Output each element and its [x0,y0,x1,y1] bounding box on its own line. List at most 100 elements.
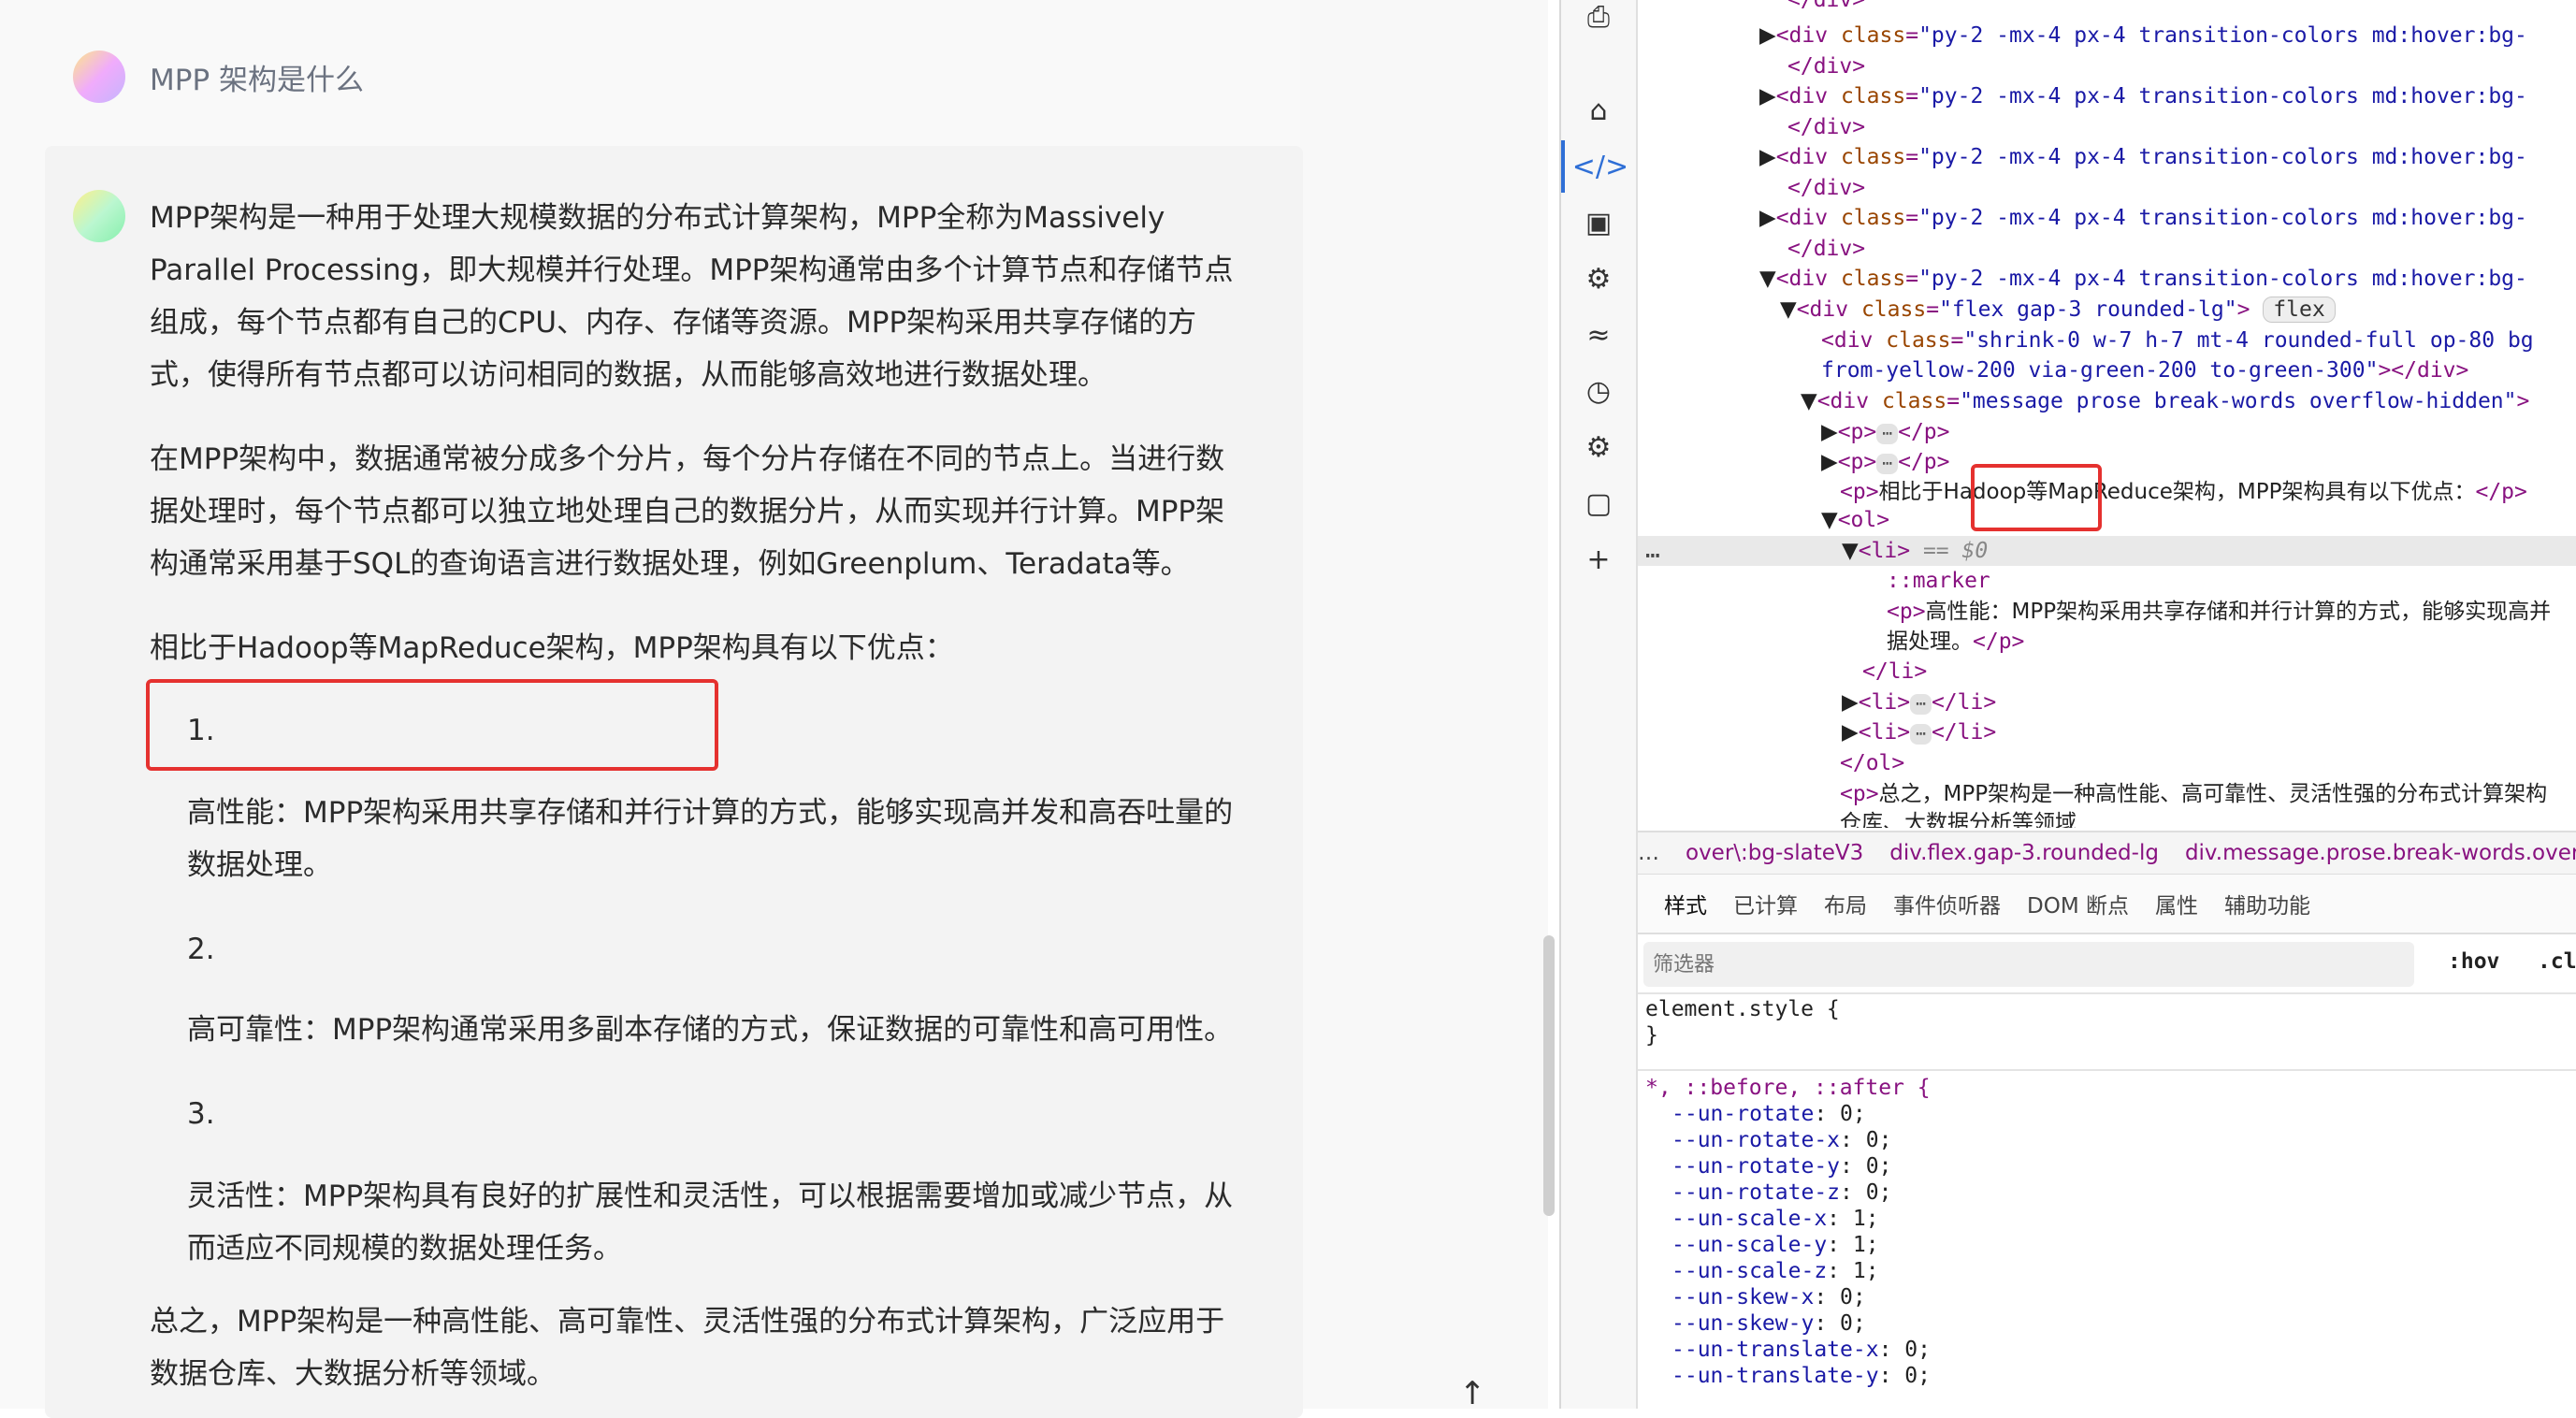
expand-arrow-icon[interactable]: ▶ [1759,84,1776,109]
dom-node[interactable]: ▼<div class="py-2 -mx-4 px-4 transition-… [1759,264,2527,294]
dom-node[interactable]: ▶<div class="py-2 -mx-4 px-4 transition-… [1759,203,2527,233]
dom-node[interactable]: ▼<div class="message prose break-words o… [1801,386,2529,416]
tab-styles[interactable]: 样式 [1664,888,1707,919]
dom-tag: <p> [1837,450,1877,474]
dom-node[interactable]: </div> [1787,0,1865,15]
dom-tag: <div [1775,84,1841,109]
css-property[interactable]: --un-rotate-x: 0; [1672,1127,1891,1153]
dom-tag: <li> [1858,720,1911,745]
cls-toggle[interactable]: .cls [2538,949,2576,974]
dom-tag: ></div> [2378,358,2469,383]
dom-node[interactable]: ▶<li> ⋯ </li> [1842,687,1996,717]
universal-rule-selector[interactable]: *, ::before, ::after { [1645,1075,1931,1101]
ellipsis-badge[interactable]: ⋯ [1876,454,1899,474]
selected-dom-node[interactable] [1638,536,2576,566]
expand-arrow-icon[interactable]: ▶ [1842,720,1859,745]
dom-node[interactable]: from-yellow-200 via-green-200 to-green-3… [1821,355,2468,385]
css-property[interactable]: --un-scale-z: 1; [1672,1258,1879,1284]
wifi-icon[interactable]: ≈ [1561,309,1636,361]
dom-node[interactable]: </div> [1787,234,1865,264]
dom-text: 高性能：MPP架构采用共享存储和并行计算的方式，能够实现高并 [1925,600,2552,624]
user-avatar [73,51,125,103]
css-property[interactable]: --un-skew-y: 0; [1672,1310,1866,1337]
dom-node[interactable]: </div> [1787,173,1865,203]
property-value: 0; [1865,1180,1892,1205]
dom-node[interactable]: </li> [1862,657,1927,687]
dom-node[interactable]: 仓库、大数据分析等领域 [1840,808,2077,828]
expand-arrow-icon[interactable]: ▶ [1759,206,1776,230]
ellipsis-badge[interactable]: ⋯ [1876,424,1899,444]
collapse-arrow-icon[interactable]: ▼ [1780,297,1797,322]
expand-arrow-icon[interactable]: ▶ [1759,23,1776,48]
css-property[interactable]: --un-rotate-z: 0; [1672,1179,1891,1206]
attr-name: class [1840,84,1906,109]
css-property[interactable]: --un-scale-x: 1; [1672,1206,1879,1232]
css-property[interactable]: --un-scale-y: 1; [1672,1232,1879,1258]
answer-paragraph-3: 相比于Hadoop等MapReduce架构，MPP架构具有以下优点： [150,631,954,665]
dom-node[interactable]: ▶<div class="py-2 -mx-4 px-4 transition-… [1759,142,2527,172]
bug-icon[interactable]: ⚙ [1561,253,1636,305]
breadcrumb-more[interactable]: … [1638,841,1659,865]
styles-pane: element.style { } *, ::before, ::after {… [1638,994,2576,1409]
collapse-arrow-icon[interactable]: ▼ [1759,267,1776,291]
plus-icon[interactable]: + [1561,533,1636,586]
dom-node[interactable]: ▶<p> ⋯ </p> [1821,417,1949,447]
dom-node[interactable]: <p>相比于Hadoop等MapReduce架构，MPP架构具有以下优点：</p… [1840,477,2527,507]
css-property[interactable]: --un-translate-y: 0; [1672,1363,1931,1389]
application-icon[interactable]: ▢ [1561,477,1636,529]
dom-node[interactable]: </div> [1787,51,1865,81]
tab-properties[interactable]: 属性 [2155,888,2198,919]
tab-dom-breakpoints[interactable]: DOM 断点 [2027,888,2129,919]
css-property[interactable]: --un-rotate-y: 0; [1672,1153,1891,1179]
expand-arrow-icon[interactable]: ▶ [1821,420,1838,444]
ellipsis-badge[interactable]: ⋯ [1910,724,1932,745]
css-property[interactable]: --un-skew-x: 0; [1672,1284,1866,1310]
flex-badge[interactable]: flex [2263,297,2336,323]
css-property[interactable]: --un-rotate: 0; [1672,1101,1866,1127]
dom-node-li-selected[interactable]: ▼<li> == $0 [1842,536,1988,566]
element-style-rule[interactable]: element.style { [1645,996,1840,1022]
dom-node[interactable]: 据处理。</p> [1887,627,2024,657]
attr-value: "flex gap-3 rounded-lg" [1939,297,2237,322]
expand-arrow-icon[interactable]: ▶ [1759,145,1776,169]
home-icon[interactable]: ⌂ [1561,84,1636,137]
breadcrumb-item[interactable]: div.message.prose.break-words.overflow [2185,841,2576,865]
breadcrumb-item[interactable]: over\:bg-slateV3 [1686,841,1863,865]
collapse-arrow-icon[interactable]: ▼ [1821,508,1838,532]
collapse-arrow-icon[interactable]: ▼ [1842,539,1859,563]
scroll-to-top-icon[interactable]: ↑ [1459,1375,1486,1412]
dom-node[interactable]: <p>总之，MPP架构是一种高性能、高可靠性、灵活性强的分布式计算架构 [1840,779,2547,809]
settings-icon[interactable]: ⚙ [1561,421,1636,473]
dom-node[interactable]: ▼<ol> [1821,505,1889,535]
tab-event-listeners[interactable]: 事件侦听器 [1893,888,2001,919]
dom-node[interactable]: ▶<div class="py-2 -mx-4 px-4 transition-… [1759,21,2527,51]
performance-icon[interactable]: ◷ [1561,365,1636,417]
breadcrumb-item[interactable]: div.flex.gap-3.rounded-lg [1889,841,2159,865]
dom-more-icon[interactable]: ⋯ [1645,541,1660,572]
attr-eq: = [1946,389,1961,413]
tab-computed[interactable]: 已计算 [1733,888,1798,919]
expand-arrow-icon[interactable]: ▶ [1842,690,1859,715]
expand-arrow-icon[interactable]: ▶ [1821,450,1838,474]
dom-node[interactable]: ▶<li> ⋯ </li> [1842,717,1996,747]
console-icon[interactable]: ▣ [1561,196,1636,249]
dom-node[interactable]: <p>高性能：MPP架构采用共享存储和并行计算的方式，能够实现高并 [1887,597,2551,627]
property-value: 1; [1852,1207,1879,1231]
chat-scrollbar[interactable] [1543,935,1555,1216]
dom-node[interactable]: <div class="shrink-0 w-7 h-7 mt-4 rounde… [1821,326,2534,355]
dom-node[interactable]: ▶<div class="py-2 -mx-4 px-4 transition-… [1759,81,2527,111]
tab-layout[interactable]: 布局 [1824,888,1867,919]
tab-accessibility[interactable]: 辅助功能 [2224,888,2310,919]
styles-filter-input[interactable] [1643,942,2414,987]
css-property[interactable]: --un-translate-x: 0; [1672,1337,1931,1363]
dom-node[interactable]: ::marker [1887,566,1990,596]
device-toggle-icon[interactable]: ⎙ [1561,0,1636,43]
elements-icon[interactable]: </> [1561,140,1636,193]
dom-node[interactable]: </ol> [1840,748,1904,778]
dom-node[interactable]: ▼<div class="flex gap-3 rounded-lg"> fle… [1780,295,2336,325]
ellipsis-badge[interactable]: ⋯ [1910,694,1932,715]
collapse-arrow-icon[interactable]: ▼ [1801,389,1817,413]
hov-toggle[interactable]: :hov [2448,949,2499,974]
dom-node[interactable]: </div> [1787,112,1865,142]
dom-node[interactable]: ▶<p> ⋯ </p> [1821,447,1949,477]
